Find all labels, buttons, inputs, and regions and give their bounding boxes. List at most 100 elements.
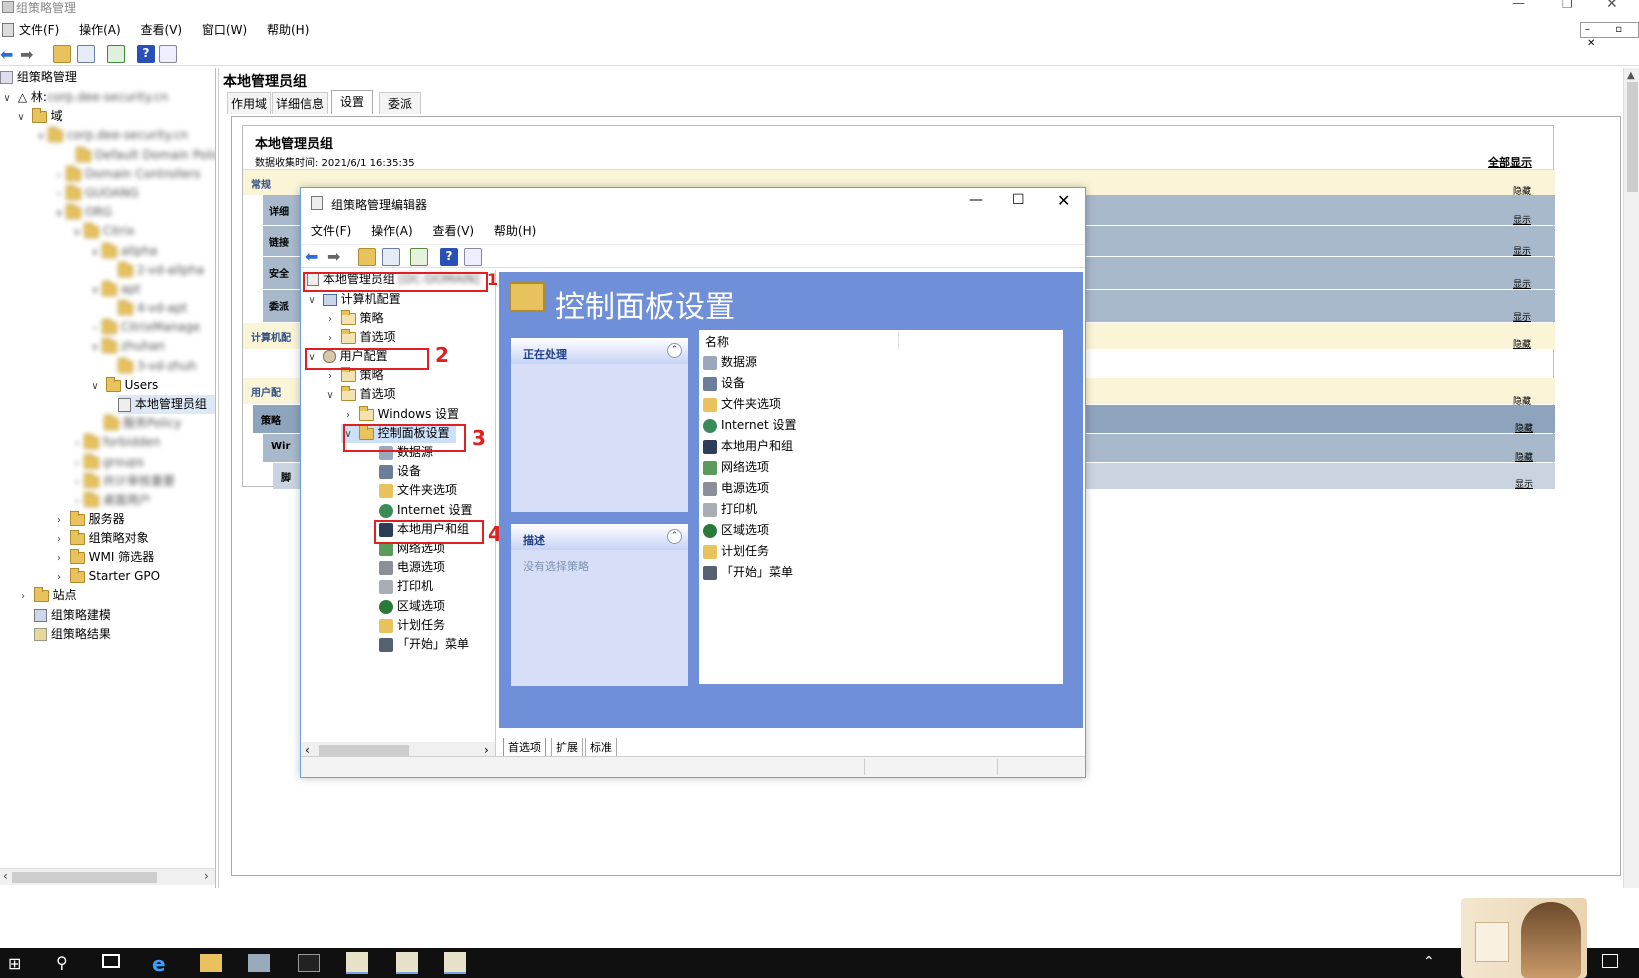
tree-item-blurred[interactable]: › groups	[70, 453, 144, 472]
scroll-thumb[interactable]	[1627, 82, 1638, 192]
show-link[interactable]: 显示	[1513, 244, 1531, 257]
column-header-name[interactable]: 名称	[699, 330, 899, 350]
gpme-maximize-button[interactable]: ☐	[1012, 192, 1025, 208]
gpme-tree-item-start-menu[interactable]: 「开始」菜单	[379, 635, 469, 654]
chevron-right-icon[interactable]: ›	[16, 587, 30, 606]
mdi-restore[interactable]: ▫	[1615, 24, 1622, 35]
chevron-right-icon[interactable]: ›	[52, 568, 66, 587]
tree-sites[interactable]: › 站点	[16, 586, 77, 605]
gpme-tree-computer-config[interactable]: ∨ 计算机配置	[305, 290, 400, 309]
tree-servers[interactable]: › 服务器	[52, 510, 125, 529]
list-item-regional[interactable]: 区域选项	[703, 520, 769, 540]
tree-forest[interactable]: ∨ △ 林:corp.dee-security.cn	[0, 88, 168, 107]
description-header[interactable]: 描述 ⌃	[511, 524, 688, 550]
tree-domains[interactable]: ∨ 域	[14, 107, 63, 126]
gpme-task-icon[interactable]	[396, 952, 418, 974]
doc-task-icon[interactable]	[444, 952, 466, 974]
scroll-thumb[interactable]	[319, 745, 409, 756]
tree-gpo-objects[interactable]: › 组策略对象	[52, 529, 149, 548]
gpme-menu-view[interactable]: 查看(V)	[433, 224, 475, 238]
tree-item-blurred[interactable]: ∨ Citrix	[70, 222, 135, 241]
tree-item-blurred[interactable]: ∨ zhuhan	[88, 337, 165, 356]
menu-help[interactable]: 帮助(H)	[267, 23, 309, 37]
right-vscrollbar[interactable]: ▲	[1623, 68, 1639, 888]
collapse-icon[interactable]: ⌃	[667, 343, 682, 358]
chevron-down-icon[interactable]: ∨	[0, 89, 14, 108]
tree-starter[interactable]: › Starter GPO	[52, 567, 160, 586]
gpme-menu-action[interactable]: 操作(A)	[371, 224, 413, 238]
tree-item-blurred[interactable]: Default Domain Policy	[62, 146, 215, 165]
show-link[interactable]: 显示	[1513, 213, 1531, 226]
gpme-tree-item-regional[interactable]: 区域选项	[379, 597, 445, 616]
gpme-menu-file[interactable]: 文件(F)	[311, 224, 351, 238]
tree-item-blurred[interactable]: › CitrixManage	[88, 318, 200, 337]
list-item-folder-options[interactable]: 文件夹选项	[703, 394, 781, 414]
tree-item-blurred[interactable]: › Domain Controllers	[52, 165, 200, 184]
cmd-icon[interactable]	[298, 954, 320, 972]
help-icon[interactable]: ?	[137, 45, 155, 63]
notification-icon[interactable]	[1602, 954, 1618, 968]
hide-link[interactable]: 隐藏	[1515, 421, 1533, 434]
refresh-icon[interactable]	[107, 45, 125, 63]
gpme-tree-item-folder-options[interactable]: 文件夹选项	[379, 481, 457, 500]
tree-item-blurred[interactable]: ∨ apt	[88, 280, 141, 299]
gpme-tree-prefs2[interactable]: ∨ 首选项	[323, 385, 396, 404]
show-hide-tree-icon[interactable]	[77, 45, 95, 63]
gpme-close-button[interactable]: ✕	[1057, 191, 1070, 210]
close-button[interactable]: ✕	[1606, 0, 1618, 12]
tree-item-blurred[interactable]: › forbidden	[70, 433, 161, 452]
chevron-down-icon[interactable]: ∨	[323, 386, 337, 405]
collapse-icon[interactable]: ⌃	[667, 529, 682, 544]
minimize-button[interactable]: —	[1512, 0, 1525, 11]
list-item-start-menu[interactable]: 「开始」菜单	[703, 562, 793, 582]
chevron-right-icon[interactable]: ›	[323, 310, 337, 329]
explorer-icon[interactable]	[200, 954, 222, 972]
chevron-right-icon[interactable]: ›	[52, 549, 66, 568]
gpme-minimize-button[interactable]: —	[969, 192, 983, 208]
server-manager-icon[interactable]	[248, 954, 270, 972]
scroll-thumb[interactable]	[12, 872, 157, 883]
tab-delegation[interactable]: 委派	[379, 92, 422, 114]
back-arrow-icon[interactable]: ⬅	[0, 45, 13, 64]
back-arrow-icon[interactable]: ⬅	[305, 247, 318, 266]
gpmc-task-icon[interactable]	[346, 952, 368, 974]
up-folder-icon[interactable]	[358, 248, 376, 266]
tray-chevron-icon[interactable]: ⌃	[1423, 954, 1435, 970]
tree-item-blurred[interactable]: 4-vd-apt	[118, 299, 187, 318]
chevron-right-icon[interactable]: ›	[323, 329, 337, 348]
tree-results[interactable]: 组策略结果	[34, 625, 111, 644]
show-link[interactable]: 显示	[1515, 477, 1533, 490]
gpme-tree-item-printer[interactable]: 打印机	[379, 577, 433, 596]
tree-item-blurred[interactable]: › 共计审核重要	[70, 472, 175, 491]
tab-settings[interactable]: 设置	[331, 90, 374, 114]
tree-wmi[interactable]: › WMI 筛选器	[52, 548, 154, 567]
show-all-link[interactable]: 全部显示	[1488, 154, 1532, 170]
tree-modeling[interactable]: 组策略建模	[34, 606, 111, 625]
gpme-tree-prefs[interactable]: › 首选项	[323, 328, 396, 347]
restore-button[interactable]: ❐	[1562, 0, 1573, 11]
tree-item-blurred[interactable]: ∨ allpha	[88, 242, 157, 261]
tree-item-blurred[interactable]: ∨ ORG	[52, 203, 112, 222]
tab-standard[interactable]: 标准	[585, 738, 617, 757]
tree-item-blurred[interactable]: 3-vd-zhuh	[118, 357, 197, 376]
properties-icon[interactable]	[464, 248, 482, 266]
tree-item-blurred[interactable]: › 桌面用户	[70, 491, 151, 510]
show-link[interactable]: 显示	[1513, 277, 1531, 290]
show-link[interactable]: 显示	[1513, 310, 1531, 323]
export-icon[interactable]	[410, 248, 428, 266]
help-icon[interactable]: ?	[440, 248, 458, 266]
gpme-tree-windows-settings[interactable]: › Windows 设置	[341, 405, 459, 424]
gpme-tree-policy[interactable]: › 策略	[323, 309, 384, 328]
mdi-minimize[interactable]: –	[1585, 24, 1590, 35]
left-hscrollbar[interactable]: ‹ ›	[0, 868, 215, 885]
tree-item-blurred[interactable]: 2-vd-allpha	[118, 261, 204, 280]
tree-root[interactable]: 组策略管理	[0, 68, 77, 87]
start-button-icon[interactable]: ⊞	[8, 954, 21, 973]
hide-link[interactable]: 隐藏	[1513, 337, 1531, 350]
chevron-down-icon[interactable]: ∨	[14, 108, 28, 127]
menu-file[interactable]: 文件(F)	[19, 23, 59, 37]
forward-arrow-icon[interactable]: ➡	[20, 45, 33, 64]
task-view-icon[interactable]	[102, 954, 120, 968]
up-folder-icon[interactable]	[53, 45, 71, 63]
properties-icon[interactable]	[159, 45, 177, 63]
